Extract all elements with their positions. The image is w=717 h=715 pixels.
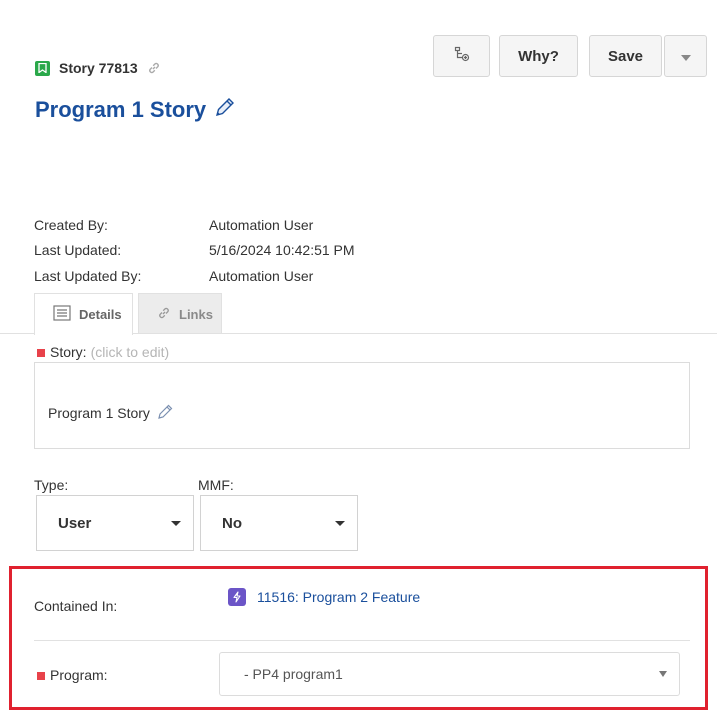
story-id: Story 77813 bbox=[59, 60, 138, 76]
mmf-select[interactable]: No bbox=[200, 495, 358, 551]
save-button[interactable]: Save bbox=[589, 35, 662, 77]
story-field-value: Program 1 Story bbox=[48, 405, 150, 421]
caret-down-icon bbox=[335, 521, 345, 526]
tab-links[interactable]: Links bbox=[138, 293, 222, 334]
contained-in-link[interactable]: 11516: Program 2 Feature bbox=[228, 588, 420, 606]
program-select[interactable]: - PP4 program1 bbox=[219, 652, 680, 696]
page-title-row: Program 1 Story bbox=[35, 96, 236, 124]
mmf-label: MMF: bbox=[198, 477, 234, 493]
tab-details[interactable]: Details bbox=[34, 293, 133, 335]
story-field-hint: (click to edit) bbox=[90, 344, 170, 360]
contained-in-label: Contained In: bbox=[34, 598, 118, 614]
required-marker bbox=[37, 349, 45, 358]
last-updated-by-label: Last Updated By: bbox=[34, 268, 142, 284]
mmf-select-value: No bbox=[222, 514, 242, 532]
link-icon[interactable] bbox=[147, 61, 161, 75]
created-by-value: Automation User bbox=[209, 217, 314, 233]
program-select-value: - PP4 program1 bbox=[244, 666, 343, 682]
tree-view-button[interactable] bbox=[433, 35, 490, 77]
caret-down-icon bbox=[171, 521, 181, 526]
story-field-label-row: Story: (click to edit) bbox=[37, 344, 169, 360]
created-by-label: Created By: bbox=[34, 217, 108, 233]
save-options-dropdown[interactable] bbox=[664, 35, 707, 77]
story-id-row: Story 77813 bbox=[35, 60, 161, 76]
pencil-icon[interactable] bbox=[157, 403, 174, 423]
tab-details-label: Details bbox=[79, 307, 122, 322]
program-label-row: Program: bbox=[37, 667, 108, 683]
section-divider bbox=[34, 640, 690, 641]
type-select[interactable]: User bbox=[36, 495, 194, 551]
document-lines-icon bbox=[53, 305, 71, 324]
why-button[interactable]: Why? bbox=[499, 35, 578, 77]
chain-link-icon bbox=[157, 306, 171, 323]
chevron-down-icon bbox=[680, 48, 691, 65]
lightning-icon bbox=[228, 588, 246, 606]
contained-in-value: 11516: Program 2 Feature bbox=[257, 589, 421, 605]
story-field-label: Story: bbox=[50, 344, 87, 360]
bookmark-icon bbox=[35, 60, 50, 76]
program-label: Program: bbox=[50, 667, 108, 683]
last-updated-label: Last Updated: bbox=[34, 242, 122, 258]
type-label: Type: bbox=[34, 477, 69, 493]
story-field-value-row[interactable]: Program 1 Story bbox=[48, 403, 174, 423]
pencil-icon[interactable] bbox=[214, 96, 236, 124]
required-marker bbox=[37, 672, 45, 681]
tree-view-icon bbox=[454, 46, 470, 66]
page-title: Program 1 Story bbox=[35, 97, 207, 122]
last-updated-value: 5/16/2024 10:42:51 PM bbox=[209, 242, 355, 258]
type-select-value: User bbox=[58, 514, 92, 532]
tab-links-label: Links bbox=[179, 306, 213, 322]
last-updated-by-value: Automation User bbox=[209, 268, 314, 284]
caret-down-icon bbox=[659, 671, 667, 677]
